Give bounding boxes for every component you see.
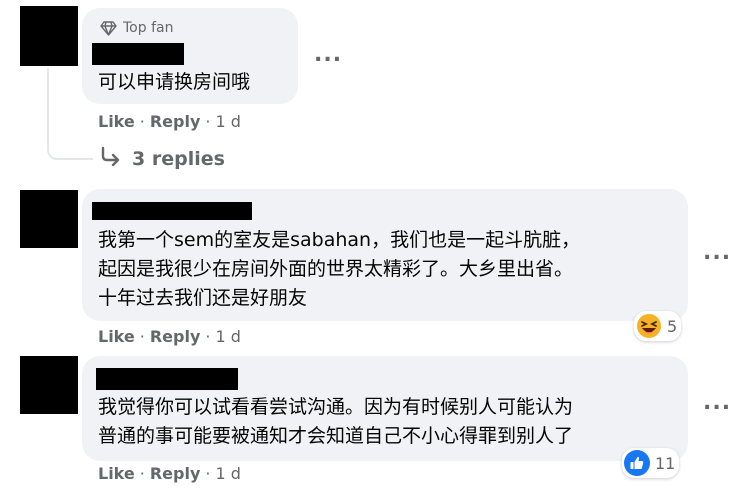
- more-options-icon[interactable]: ...: [314, 44, 342, 66]
- more-options-icon[interactable]: ...: [703, 392, 731, 414]
- like-button[interactable]: Like: [98, 112, 135, 131]
- comment-text-line: 十年过去我们还是好朋友: [98, 287, 308, 309]
- reply-button[interactable]: Reply: [150, 327, 201, 346]
- comment-actions: Like · Reply · 1 d: [98, 112, 241, 131]
- more-options-icon[interactable]: ...: [703, 242, 731, 264]
- author-name[interactable]: [92, 202, 252, 220]
- comment-text-line: 起因是我很少在房间外面的世界太精彩了。大乡里出省。: [98, 258, 574, 280]
- diamond-icon: [100, 20, 117, 36]
- reaction-count: 5: [667, 316, 678, 336]
- replies-label: 3 replies: [132, 147, 225, 170]
- avatar[interactable]: [20, 190, 78, 248]
- comment-text-line: 我觉得你可以试看看尝试沟通。因为有时候别人可能认为: [98, 396, 574, 418]
- separator: ·: [139, 327, 145, 346]
- separator: ·: [205, 464, 211, 483]
- separator: ·: [205, 327, 211, 346]
- reaction-summary[interactable]: 5: [634, 311, 682, 341]
- like-thumb-icon: [624, 450, 650, 476]
- comment-text-line: 普通的事可能要被通知才会知道自己不小心得罪到别人了: [98, 425, 574, 447]
- reaction-count: 11: [655, 453, 676, 473]
- author-name[interactable]: [96, 368, 238, 390]
- separator: ·: [205, 112, 211, 131]
- author-name[interactable]: [92, 43, 184, 65]
- reaction-summary[interactable]: 11: [622, 448, 680, 478]
- avatar[interactable]: [20, 356, 78, 414]
- top-fan-badge: Top fan: [100, 20, 173, 36]
- view-replies-button[interactable]: 3 replies: [100, 146, 225, 171]
- badge-label: Top fan: [123, 20, 174, 36]
- separator: ·: [139, 112, 145, 131]
- timestamp[interactable]: 1 d: [215, 327, 240, 346]
- avatar[interactable]: [20, 6, 78, 66]
- laughing-emoji-icon: [636, 313, 662, 339]
- timestamp[interactable]: 1 d: [215, 464, 240, 483]
- like-button[interactable]: Like: [98, 464, 135, 483]
- reply-arrow-icon: [100, 146, 122, 171]
- like-button[interactable]: Like: [98, 327, 135, 346]
- separator: ·: [139, 464, 145, 483]
- reply-button[interactable]: Reply: [150, 112, 201, 131]
- comment-text-line: 我第一个sem的室友是sabahan，我们也是一起斗肮脏，: [98, 229, 581, 251]
- timestamp[interactable]: 1 d: [215, 112, 240, 131]
- comment-actions: Like · Reply · 1 d: [98, 464, 241, 483]
- comment-text-line: 可以申请换房间哦: [98, 71, 251, 93]
- thread-connector: [47, 68, 93, 160]
- reply-button[interactable]: Reply: [150, 464, 201, 483]
- comment-actions: Like · Reply · 1 d: [98, 327, 241, 346]
